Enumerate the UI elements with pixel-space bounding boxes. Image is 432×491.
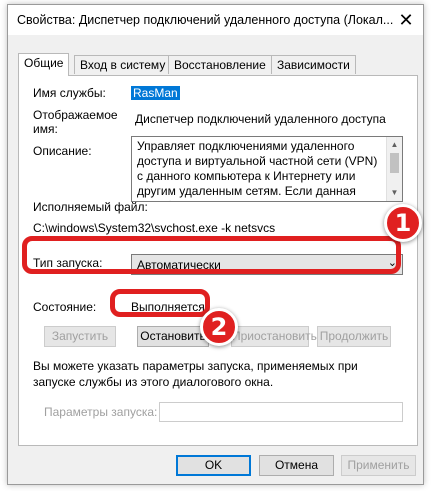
window-title: Свойства: Диспетчер подключений удаленно… [17, 13, 394, 27]
description-text: Управляет подключениями удаленного досту… [137, 139, 378, 201]
display-name-value[interactable]: Диспетчер подключений удаленного доступа [135, 112, 386, 126]
startup-params-hint: Вы можете указать параметры запуска, при… [33, 359, 358, 389]
scroll-down-icon[interactable]: ▼ [387, 186, 402, 200]
step-badge-1: 1 [384, 204, 422, 242]
startup-params-input[interactable] [159, 402, 403, 422]
scroll-up-icon[interactable]: ▲ [387, 138, 402, 152]
apply-button[interactable]: Применить [341, 455, 416, 476]
startup-params-label: Параметры запуска: [44, 405, 158, 419]
tab-strip: Общие Вход в систему Восстановление Зави… [18, 53, 418, 76]
service-name-value[interactable]: RasMan [131, 86, 180, 100]
status-highlight [110, 289, 210, 317]
tab-general[interactable]: Общие [18, 53, 70, 76]
resume-button[interactable]: Продолжить [317, 326, 391, 347]
exe-label: Исполняемый файл: [33, 200, 148, 214]
scroll-thumb[interactable] [390, 153, 399, 173]
start-button[interactable]: Запустить [44, 326, 116, 347]
display-name-label-line2: имя: [33, 122, 58, 136]
tab-logon[interactable]: Вход в систему [74, 55, 172, 74]
description-label: Описание: [33, 144, 92, 158]
display-name-label-line1: Отображаемое [33, 108, 118, 122]
cancel-button[interactable]: Отмена [259, 455, 334, 476]
status-label: Состояние: [33, 300, 97, 314]
service-name-label: Имя службы: [33, 86, 106, 100]
description-field[interactable]: Управляет подключениями удаленного досту… [131, 136, 403, 202]
pause-button[interactable]: Приостановить [231, 326, 317, 347]
title-bar: Свойства: Диспетчер подключений удаленно… [8, 5, 423, 35]
exe-path-value: C:\windows\System32\svchost.exe -k netsv… [33, 221, 276, 235]
stop-button[interactable]: Остановить [137, 326, 209, 347]
ok-button[interactable]: OK [176, 455, 251, 476]
tab-recovery[interactable]: Восстановление [168, 55, 272, 74]
startup-type-highlight [22, 236, 401, 274]
close-icon[interactable]: ✕ [397, 11, 415, 29]
dialog-footer: OK Отмена Применить [8, 447, 423, 485]
tab-dependencies[interactable]: Зависимости [271, 55, 356, 74]
step-badge-2: 2 [200, 308, 238, 346]
description-scrollbar[interactable]: ▲ ▼ [386, 137, 402, 201]
